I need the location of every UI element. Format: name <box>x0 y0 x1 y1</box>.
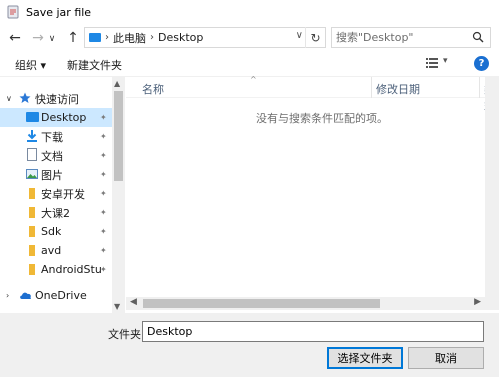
folder-icon <box>29 264 35 275</box>
column-header-modified[interactable]: 修改日期 <box>376 81 420 97</box>
expand-chevron-icon[interactable]: › <box>6 291 9 300</box>
folder-name-label: 文件夹: <box>108 328 145 341</box>
download-icon <box>26 130 38 142</box>
refresh-button[interactable]: ↻ <box>305 27 325 48</box>
column-divider[interactable] <box>371 77 372 98</box>
sidebar-item-folder[interactable]: avd ✦ <box>0 241 112 260</box>
sidebar-item-label: OneDrive <box>35 289 87 302</box>
sidebar-item-documents[interactable]: 文档 ✦ <box>0 146 112 165</box>
sidebar-item-label: 安卓开发 <box>41 187 85 201</box>
sidebar-item-desktop[interactable]: Desktop ✦ <box>0 108 112 127</box>
select-folder-button[interactable]: 选择文件夹 <box>327 347 403 369</box>
address-bar[interactable]: › 此电脑 › Desktop ∨ ↻ <box>84 27 326 48</box>
pin-icon: ✦ <box>100 113 107 122</box>
file-list-horizontal-scrollbar[interactable]: ◀ ▶ <box>126 297 485 310</box>
sidebar-item-folder[interactable]: 安卓开发 ✦ <box>0 184 112 203</box>
pin-icon: ✦ <box>100 227 107 236</box>
arrow-left-icon: ← <box>9 30 21 46</box>
sidebar-item-folder[interactable]: Sdk ✦ <box>0 222 112 241</box>
view-options-icon[interactable] <box>426 58 438 68</box>
scrollbar-thumb[interactable] <box>114 91 123 181</box>
folder-icon <box>29 245 35 256</box>
java-app-icon <box>6 5 20 19</box>
column-header-row: ^ 名称 修改日期 类型 <box>126 75 499 112</box>
scroll-right-icon[interactable]: ▶ <box>474 297 481 307</box>
breadcrumb-separator: › <box>105 32 109 43</box>
file-list[interactable]: ^ 名称 修改日期 类型 没有与搜索条件匹配的项。 <box>126 75 499 313</box>
file-list-vertical-scrollbar[interactable] <box>485 77 499 297</box>
dialog-footer: 文件夹: 选择文件夹 取消 <box>0 313 499 377</box>
document-icon <box>27 148 37 161</box>
pin-icon: ✦ <box>100 170 107 179</box>
breadcrumb-desktop[interactable]: Desktop <box>158 31 203 44</box>
sidebar-item-label: 图片 <box>41 168 63 182</box>
sidebar-item-label: avd <box>41 244 62 257</box>
sidebar-item-label: Sdk <box>41 225 62 238</box>
help-icon[interactable]: ? <box>474 56 489 71</box>
computer-icon <box>89 33 101 42</box>
scroll-down-icon[interactable]: ▼ <box>114 302 120 311</box>
pin-icon: ✦ <box>100 189 107 198</box>
arrow-right-icon: → <box>32 30 44 46</box>
sidebar-item-downloads[interactable]: 下载 ✦ <box>0 127 112 146</box>
recent-locations-button[interactable]: ∨ <box>46 28 58 50</box>
search-box[interactable] <box>331 27 491 48</box>
empty-results-message: 没有与搜索条件匹配的项。 <box>256 112 388 125</box>
pin-icon: ✦ <box>100 246 107 255</box>
sidebar-scrollbar[interactable]: ▲ ▼ <box>112 77 125 313</box>
command-bar: 组织 ▾ 新建文件夹 ▾ ? <box>0 52 499 76</box>
scroll-up-icon[interactable]: ▲ <box>114 79 120 88</box>
back-button[interactable]: ← <box>4 27 26 49</box>
scroll-left-icon[interactable]: ◀ <box>130 297 137 307</box>
title-bar: Save jar file <box>0 0 499 24</box>
chevron-down-icon: ∨ <box>48 34 56 44</box>
breadcrumb-separator: › <box>150 32 154 43</box>
folder-icon <box>29 207 35 218</box>
sidebar-item-onedrive[interactable]: › OneDrive <box>0 286 112 305</box>
pin-icon: ✦ <box>100 132 107 141</box>
folder-icon <box>29 188 35 199</box>
new-folder-button[interactable]: 新建文件夹 <box>67 57 122 73</box>
arrow-up-icon: ↑ <box>67 30 79 46</box>
refresh-icon: ↻ <box>310 30 321 45</box>
navigation-pane: ∨ 快速访问 Desktop ✦ 下载 ✦ 文档 ✦ 图片 ✦ 安卓开发 ✦ 大… <box>0 77 125 313</box>
sidebar-item-label: 下载 <box>41 130 63 144</box>
sidebar-item-label: AndroidStuc <box>41 263 101 276</box>
sidebar-item-label: Desktop <box>41 111 87 124</box>
up-button[interactable]: ↑ <box>62 27 84 49</box>
pin-icon: ✦ <box>100 151 107 160</box>
address-dropdown-icon[interactable]: ∨ <box>296 30 303 41</box>
sort-indicator-icon: ^ <box>250 75 257 84</box>
cancel-button[interactable]: 取消 <box>408 347 484 369</box>
expand-chevron-icon[interactable]: ∨ <box>6 94 12 103</box>
folder-icon <box>29 226 35 237</box>
column-header-name[interactable]: 名称 <box>142 81 164 97</box>
sidebar-item-label: 快速访问 <box>35 92 79 106</box>
star-icon <box>19 92 31 104</box>
sidebar-item-quick-access[interactable]: ∨ 快速访问 <box>0 89 112 108</box>
desktop-icon <box>26 112 39 122</box>
sidebar-item-label: 文档 <box>41 149 63 163</box>
scrollbar-thumb[interactable] <box>143 299 380 308</box>
breadcrumb-this-pc[interactable]: 此电脑 <box>113 30 146 46</box>
pin-icon: ✦ <box>100 208 107 217</box>
column-divider[interactable] <box>479 77 480 98</box>
view-dropdown-icon[interactable]: ▾ <box>443 56 448 66</box>
navigation-bar: ← → ∨ ↑ › 此电脑 › Desktop ∨ ↻ <box>0 24 499 52</box>
sidebar-item-folder[interactable]: AndroidStuc ✦ <box>0 260 112 279</box>
sidebar-item-pictures[interactable]: 图片 ✦ <box>0 165 112 184</box>
picture-icon <box>26 168 38 180</box>
search-icon[interactable] <box>472 31 484 43</box>
pin-icon: ✦ <box>100 265 107 274</box>
scrollbar-corner <box>485 297 499 310</box>
sidebar-item-label: 大课2 <box>41 206 70 220</box>
organize-menu[interactable]: 组织 ▾ <box>15 57 46 73</box>
sidebar-item-folder[interactable]: 大课2 ✦ <box>0 203 112 222</box>
cloud-icon <box>19 290 31 302</box>
folder-name-input[interactable] <box>142 321 484 342</box>
search-input[interactable] <box>336 31 466 44</box>
window-title: Save jar file <box>26 5 92 19</box>
